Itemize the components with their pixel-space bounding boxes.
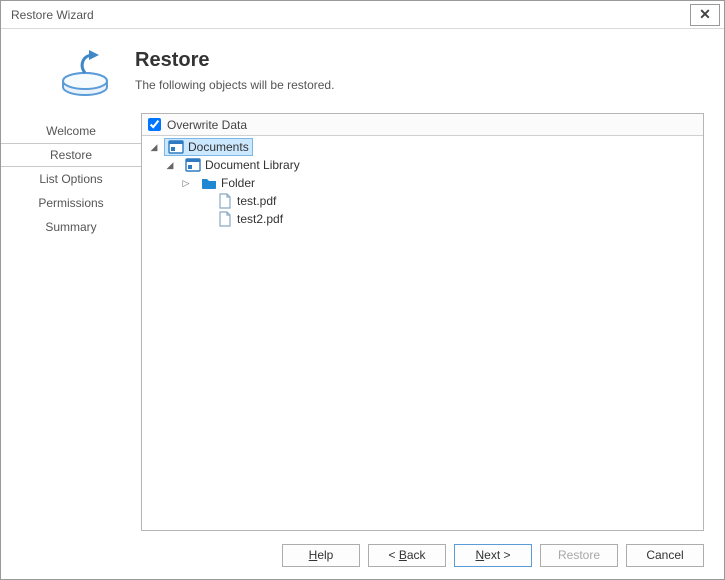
tree-node-file[interactable]: test.pdf: [142, 192, 703, 210]
file-icon: [217, 211, 233, 227]
help-button[interactable]: Help: [282, 544, 360, 567]
tree-node-folder[interactable]: ▷ Folder: [142, 174, 703, 192]
sidebar-item-summary[interactable]: Summary: [1, 215, 141, 239]
tree-label: test2.pdf: [237, 212, 283, 226]
tree-node-documents[interactable]: ◢ Documents: [142, 138, 703, 156]
close-icon: ✕: [699, 6, 711, 23]
sidebar-item-permissions[interactable]: Permissions: [1, 191, 141, 215]
tree-label: test.pdf: [237, 194, 276, 208]
sidebar-item-welcome[interactable]: Welcome: [1, 119, 141, 143]
tree-label: Document Library: [205, 158, 300, 172]
overwrite-label: Overwrite Data: [167, 118, 247, 132]
file-icon: [217, 193, 233, 209]
restore-header-icon: [57, 49, 117, 99]
sidebar-item-label: List Options: [39, 172, 102, 186]
sidebar-item-label: Permissions: [38, 196, 103, 210]
site-icon: [168, 139, 184, 155]
wizard-window: Restore Wizard ✕ Welcome Restore List Op…: [0, 0, 725, 580]
expander-icon[interactable]: ◢: [148, 142, 160, 153]
header: Restore The following objects will be re…: [141, 29, 704, 113]
expander-icon[interactable]: ▷: [180, 178, 192, 189]
sidebar-item-list-options[interactable]: List Options: [1, 167, 141, 191]
next-button[interactable]: Next >: [454, 544, 532, 567]
sidebar-item-label: Welcome: [46, 124, 96, 138]
restore-button[interactable]: Restore: [540, 544, 618, 567]
sidebar-item-label: Summary: [45, 220, 96, 234]
tree-label: Folder: [221, 176, 255, 190]
tree-node-file[interactable]: test2.pdf: [142, 210, 703, 228]
content: Restore The following objects will be re…: [141, 29, 724, 531]
page-subtitle: The following objects will be restored.: [135, 78, 334, 92]
tree-container: Overwrite Data ◢ Documents: [141, 113, 704, 531]
page-title: Restore: [135, 49, 334, 72]
body: Welcome Restore List Options Permissions…: [1, 29, 724, 579]
titlebar: Restore Wizard ✕: [1, 1, 724, 29]
header-text: Restore The following objects will be re…: [135, 49, 334, 92]
overwrite-checkbox[interactable]: [148, 118, 161, 131]
main-row: Welcome Restore List Options Permissions…: [1, 29, 724, 531]
window-title: Restore Wizard: [11, 8, 94, 22]
expander-icon[interactable]: ◢: [164, 160, 176, 171]
folder-icon: [201, 175, 217, 191]
sidebar: Welcome Restore List Options Permissions…: [1, 29, 141, 531]
tree-label: Documents: [188, 140, 249, 154]
sidebar-item-label: Restore: [50, 148, 92, 162]
site-icon: [185, 157, 201, 173]
sidebar-item-restore[interactable]: Restore: [1, 143, 142, 167]
cancel-button[interactable]: Cancel: [626, 544, 704, 567]
close-button[interactable]: ✕: [690, 4, 720, 26]
tree: ◢ Documents ◢: [142, 136, 703, 230]
tree-node-library[interactable]: ◢ Document Library: [142, 156, 703, 174]
tree-header: Overwrite Data: [142, 114, 703, 136]
back-button[interactable]: < Back: [368, 544, 446, 567]
button-row: Help < Back Next > Restore Cancel: [1, 531, 724, 579]
